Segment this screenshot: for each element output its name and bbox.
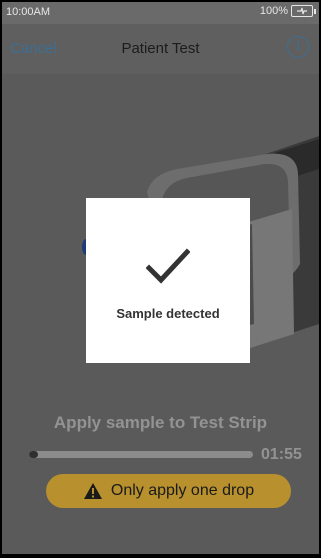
warning-banner: Only apply one drop [46, 474, 291, 508]
checkmark-icon [146, 248, 190, 284]
app-screen: 10:00AM 100% Cancel Patient Test i Sampl… [2, 2, 319, 554]
dialog-message: Sample detected [116, 306, 220, 321]
battery-percent: 100% [259, 5, 288, 17]
info-icon[interactable]: i [287, 36, 309, 58]
battery-indicator: 100% [259, 5, 316, 17]
battery-icon [291, 5, 316, 17]
warning-triangle-icon [83, 483, 102, 499]
status-time: 10:00AM [6, 6, 51, 18]
countdown-timer: 01:55 [261, 446, 302, 463]
progress-fill [29, 451, 38, 458]
sample-detected-dialog: Sample detected [86, 198, 250, 363]
navigation-bar: Cancel Patient Test i [2, 24, 319, 74]
instruction-text: Apply sample to Test Strip [53, 413, 268, 432]
page-title: Patient Test [121, 40, 200, 57]
status-bar: 10:00AM 100% [2, 2, 319, 24]
progress-bar [29, 451, 253, 458]
warning-text: Only apply one drop [110, 482, 255, 499]
